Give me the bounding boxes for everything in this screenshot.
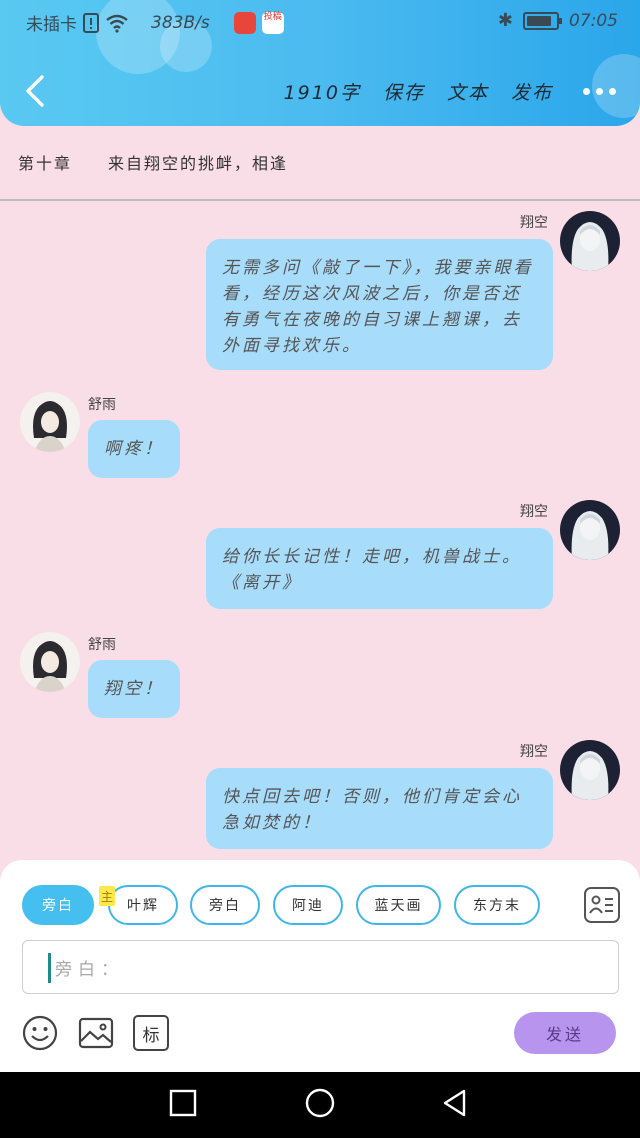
back-triangle-icon[interactable] [440,1088,470,1118]
avatar-image [20,392,80,452]
input-placeholder: 旁白： [55,960,124,980]
avatar-image [560,740,620,800]
tag-button[interactable]: 标 [133,1015,169,1051]
home-icon[interactable] [304,1087,336,1119]
word-count: 1910字 [283,82,361,104]
avatar-image [560,211,620,271]
emoji-icon[interactable] [22,1015,58,1051]
message-speaker: 舒雨 [88,397,116,413]
status-bar: 未插卡 383B/s 投稿 ✱ 07:05 [0,8,640,38]
divider [0,199,640,201]
message-bubble[interactable]: 给你长长记性！走吧，机兽战士。《离开》 [206,528,553,609]
avatar-image [20,632,80,692]
chapter-heading[interactable]: 第十章 来自翔空的挑衅，相逢 [18,150,288,174]
editor-toolbar: 1910字 保存 文本 发布 [284,78,616,105]
battery-icon [523,11,562,30]
message-speaker: 翔空 [520,744,548,760]
avatar-shuyu[interactable] [20,392,80,452]
network-speed: 383B/s [151,12,210,33]
message-speaker: 翔空 [520,504,548,520]
chapter-title: 来自翔空的挑衅，相逢 [108,154,289,173]
avatar-shuyu[interactable] [20,632,80,692]
chip-narrator[interactable]: 旁白 [22,885,94,925]
app-header: 未插卡 383B/s 投稿 ✱ 07:05 1910字 保存 文本 发布 [0,0,640,126]
notification-app-icon [233,11,256,34]
back-arrow-icon[interactable] [22,74,48,108]
compose-panel: 旁白 叶辉 旁白 阿迪 蓝天画 东方末 主 旁白： 标 发送 [0,860,640,1072]
wifi-icon [106,14,128,33]
avatar-image [560,500,620,560]
more-menu-icon[interactable] [583,88,616,95]
avatar-xiangkong[interactable] [560,740,620,800]
image-icon[interactable] [78,1015,114,1051]
recent-apps-icon[interactable] [168,1088,198,1118]
contact-card-icon [589,895,613,914]
chip-lantianhua[interactable]: 蓝天画 [356,885,441,925]
chip-dongfangmo[interactable]: 东方末 [454,885,540,925]
message-speaker: 翔空 [520,215,548,231]
message-bubble[interactable]: 无需多问《敲了一下》，我要亲眼看看，经历这次风波之后，你是否还有勇气在夜晚的自习… [206,239,553,370]
chip-narrator-2[interactable]: 旁白 [190,885,260,925]
send-button[interactable]: 发送 [514,1012,616,1054]
message-bubble[interactable]: 翔空！ [88,660,180,718]
tag-label: 标 [142,1025,160,1046]
text-button[interactable]: 文本 [447,78,489,105]
bluetooth-icon: ✱ [497,10,513,31]
system-nav-bar [0,1072,640,1138]
message-bubble[interactable]: 啊疼！ [88,420,180,478]
chapter-number: 第十章 [18,154,73,173]
sim-alert-icon [83,12,99,33]
main-character-tag: 主 [99,886,115,906]
message-input[interactable]: 旁白： [22,940,619,994]
chip-yehui[interactable]: 叶辉 [108,885,178,925]
avatar-xiangkong[interactable] [560,500,620,560]
carrier-text: 未插卡 [26,15,77,35]
battery-fill [527,15,551,26]
message-speaker: 舒雨 [88,637,116,653]
character-list-icon[interactable] [584,887,620,923]
publish-button[interactable]: 发布 [511,78,553,105]
notification-app-badge: 投稿 [261,11,284,34]
avatar-xiangkong[interactable] [560,211,620,271]
clock-time: 07:05 [569,10,618,31]
text-caret [48,953,51,983]
chip-adi[interactable]: 阿迪 [273,885,343,925]
message-bubble[interactable]: 快点回去吧！否则，他们肯定会心急如焚的！ [206,768,553,849]
save-button[interactable]: 保存 [383,78,425,105]
